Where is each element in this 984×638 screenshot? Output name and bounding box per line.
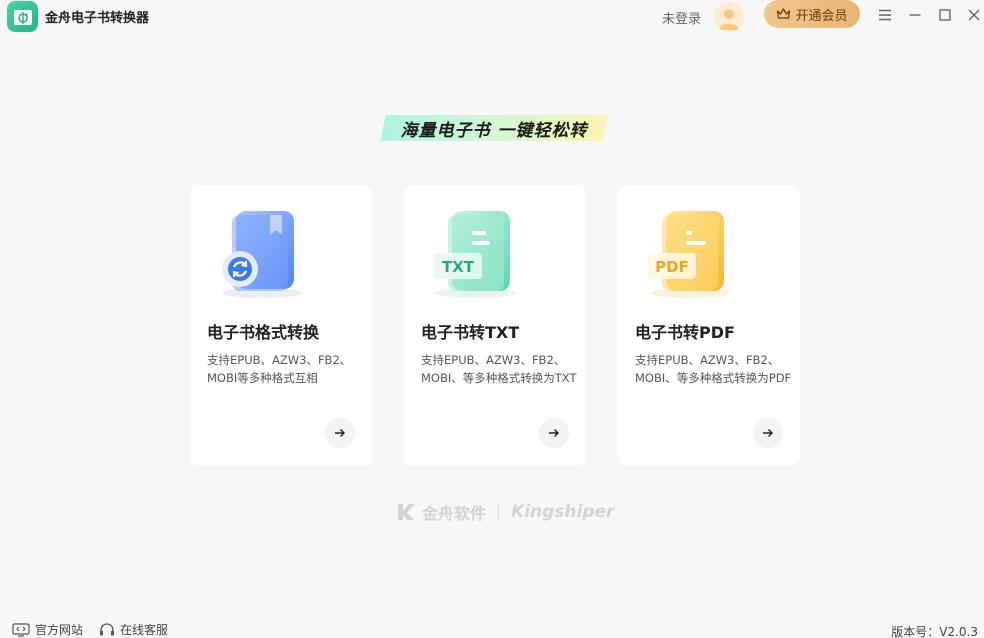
arrow-right-icon xyxy=(763,429,773,437)
menu-icon xyxy=(879,9,891,21)
app-logo xyxy=(7,1,38,32)
minimize-button[interactable] xyxy=(905,5,925,25)
official-website-link[interactable]: 官方网站 xyxy=(12,621,83,638)
brand-watermark: 金舟软件 Kingshiper xyxy=(396,500,614,524)
minimize-icon xyxy=(909,14,921,16)
vip-button[interactable]: 开通会员 xyxy=(764,0,860,28)
pdf-file-icon: PDF xyxy=(648,211,730,298)
card-title: 电子书格式转换 xyxy=(207,323,320,342)
slogan: 海量电子书 一键轻松转 xyxy=(400,121,588,141)
title-bar: 金舟电子书转换器 未登录 开通会员 xyxy=(0,0,984,34)
menu-button[interactable] xyxy=(875,5,895,25)
login-status-link[interactable]: 未登录 xyxy=(662,8,701,27)
card-title: 电子书转PDF xyxy=(635,323,735,342)
card-to-pdf[interactable]: PDF 电子书转PDF 支持EPUB、AZW3、FB2、MOBI、等多种格式转换… xyxy=(618,185,800,466)
user-avatar-icon xyxy=(719,9,739,30)
txt-file-icon: TXT xyxy=(434,211,516,298)
version-label: 版本号：V2.0.3 xyxy=(891,625,978,638)
card-to-txt[interactable]: TXT 电子书转TXT 支持EPUB、AZW3、FB2、MOBI、等多种格式转换… xyxy=(404,185,586,466)
vip-button-label: 开通会员 xyxy=(795,8,848,24)
website-icon xyxy=(12,622,30,637)
arrow-right-icon xyxy=(549,429,559,437)
app-title: 金舟电子书转换器 xyxy=(45,11,150,26)
maximize-icon xyxy=(939,9,951,21)
card-description: 支持EPUB、AZW3、FB2、MOBI、等多种格式转换为PDF xyxy=(635,353,792,385)
card-title: 电子书转TXT xyxy=(421,323,520,342)
app-logo-icon xyxy=(13,9,32,25)
svg-text:TXT: TXT xyxy=(442,258,475,276)
brand-name-en: Kingshiper xyxy=(511,502,615,522)
card-description: 支持EPUB、AZW3、FB2、MOBI、等多种格式转换为TXT xyxy=(421,353,577,385)
book-convert-icon xyxy=(222,211,302,298)
close-icon xyxy=(968,9,980,21)
card-format-convert[interactable]: 电子书格式转换 支持EPUB、AZW3、FB2、MOBI等多种格式互相 xyxy=(190,185,372,466)
online-support-link[interactable]: 在线客服 xyxy=(99,621,168,638)
card-arrow-button[interactable] xyxy=(325,418,355,448)
close-button[interactable] xyxy=(964,5,984,25)
official-website-label: 官方网站 xyxy=(35,623,84,637)
brand-name-cn: 金舟软件 xyxy=(422,504,487,523)
arrow-right-icon xyxy=(335,429,345,437)
maximize-button[interactable] xyxy=(935,5,955,25)
brand-divider xyxy=(498,505,500,519)
avatar[interactable] xyxy=(714,2,744,32)
crown-icon xyxy=(777,8,791,19)
kingshiper-logo-icon xyxy=(398,504,415,520)
online-support-label: 在线客服 xyxy=(120,623,169,637)
card-description: 支持EPUB、AZW3、FB2、MOBI等多种格式互相 xyxy=(207,353,352,385)
svg-text:PDF: PDF xyxy=(655,258,689,276)
headset-icon xyxy=(100,623,114,636)
card-arrow-button[interactable] xyxy=(539,418,569,448)
card-arrow-button[interactable] xyxy=(753,418,783,448)
